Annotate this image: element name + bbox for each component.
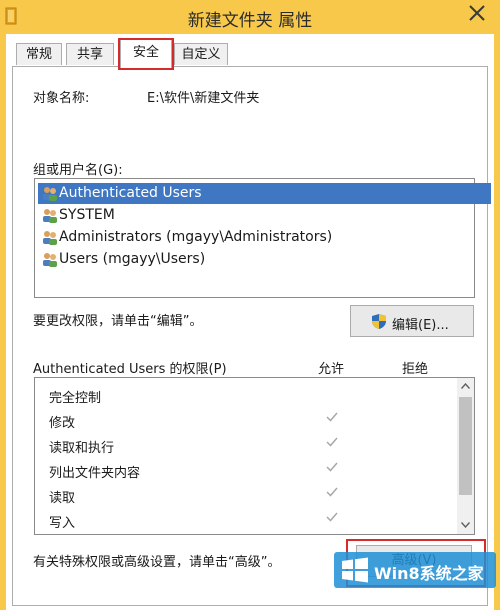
properties-dialog: 常规 共享 安全 自定义 对象名称: E:\软件\新建文件夹 组或用户名(G):… xyxy=(6,34,494,610)
tab-strip: 常规 共享 安全 自定义 xyxy=(12,38,492,70)
permission-name: 读取和执行 xyxy=(49,441,115,456)
user-item-users[interactable]: Users (mgayy\Users) xyxy=(38,249,211,270)
user-item-authenticated-users[interactable]: Authenticated Users xyxy=(38,183,491,204)
user-item-label: Users (mgayy\Users) xyxy=(59,251,206,267)
permissions-list[interactable]: 完全控制 修改 读取和执行 列出文件夹内容 读取 写入 xyxy=(34,377,475,535)
tab-general[interactable]: 常规 xyxy=(16,43,62,65)
permission-row: 写入 xyxy=(35,508,455,533)
permission-row: 列出文件夹内容 xyxy=(35,458,455,483)
window-title: 新建文件夹 属性 xyxy=(187,11,313,31)
users-icon xyxy=(43,209,57,223)
permission-name: 写入 xyxy=(49,516,76,531)
user-item-label: Authenticated Users xyxy=(59,185,202,201)
tab-sharing[interactable]: 共享 xyxy=(66,43,114,65)
permission-row: 读取 xyxy=(35,483,455,508)
permissions-scrollbar[interactable] xyxy=(457,378,474,534)
users-icon xyxy=(43,187,57,201)
allow-check-icon xyxy=(326,487,338,497)
permission-row: 读取和执行 xyxy=(35,433,455,458)
scroll-up-button[interactable] xyxy=(457,378,474,395)
user-listbox[interactable]: Authenticated Users SYSTEM Administrator… xyxy=(34,178,491,298)
allow-column-header: 允许 xyxy=(318,362,345,377)
permission-name: 修改 xyxy=(49,416,76,431)
chevron-down-icon xyxy=(461,522,470,528)
permission-name: 列出文件夹内容 xyxy=(49,466,141,481)
object-name-label: 对象名称: xyxy=(33,91,90,106)
deny-column-header: 拒绝 xyxy=(402,362,429,377)
permission-name: 完全控制 xyxy=(49,391,102,406)
allow-check-icon xyxy=(326,512,338,522)
permission-row: 修改 xyxy=(35,408,455,433)
security-panel: 对象名称: E:\软件\新建文件夹 组或用户名(G): Authenticate… xyxy=(12,66,491,606)
user-item-administrators[interactable]: Administrators (mgayy\Administrators) xyxy=(38,227,338,248)
chevron-up-icon xyxy=(461,383,470,389)
change-permissions-hint: 要更改权限，请单击“编辑”。 xyxy=(33,314,203,329)
users-icon xyxy=(43,231,57,245)
title-bar: 新建文件夹 属性 xyxy=(0,0,500,34)
uac-shield-icon xyxy=(372,314,386,329)
permissions-for-label: Authenticated Users 的权限(P) xyxy=(33,362,227,377)
user-item-label: Administrators (mgayy\Administrators) xyxy=(59,229,333,245)
permission-name: 读取 xyxy=(49,491,76,506)
advanced-settings-hint: 有关特殊权限或高级设置，请单击“高级”。 xyxy=(33,555,281,570)
tab-security[interactable]: 安全 xyxy=(120,38,172,68)
scroll-thumb[interactable] xyxy=(459,397,472,495)
close-button[interactable] xyxy=(456,0,498,30)
user-item-system[interactable]: SYSTEM xyxy=(38,205,121,226)
tab-customize[interactable]: 自定义 xyxy=(174,43,228,65)
allow-check-icon xyxy=(326,412,338,422)
watermark-text: Win8系统之家 xyxy=(374,564,484,583)
permission-row: 完全控制 xyxy=(35,383,455,408)
allow-check-icon xyxy=(326,462,338,472)
user-item-label: SYSTEM xyxy=(59,207,115,223)
users-icon xyxy=(43,253,57,267)
group-user-label: 组或用户名(G): xyxy=(33,163,123,178)
allow-check-icon xyxy=(326,437,338,447)
edit-button[interactable]: 编辑(E)... xyxy=(350,305,474,337)
edit-button-label: 编辑(E)... xyxy=(392,318,449,333)
watermark: Win8系统之家 xyxy=(334,552,496,588)
scroll-down-button[interactable] xyxy=(457,517,474,534)
close-icon xyxy=(469,5,485,21)
object-name-value: E:\软件\新建文件夹 xyxy=(147,91,260,106)
